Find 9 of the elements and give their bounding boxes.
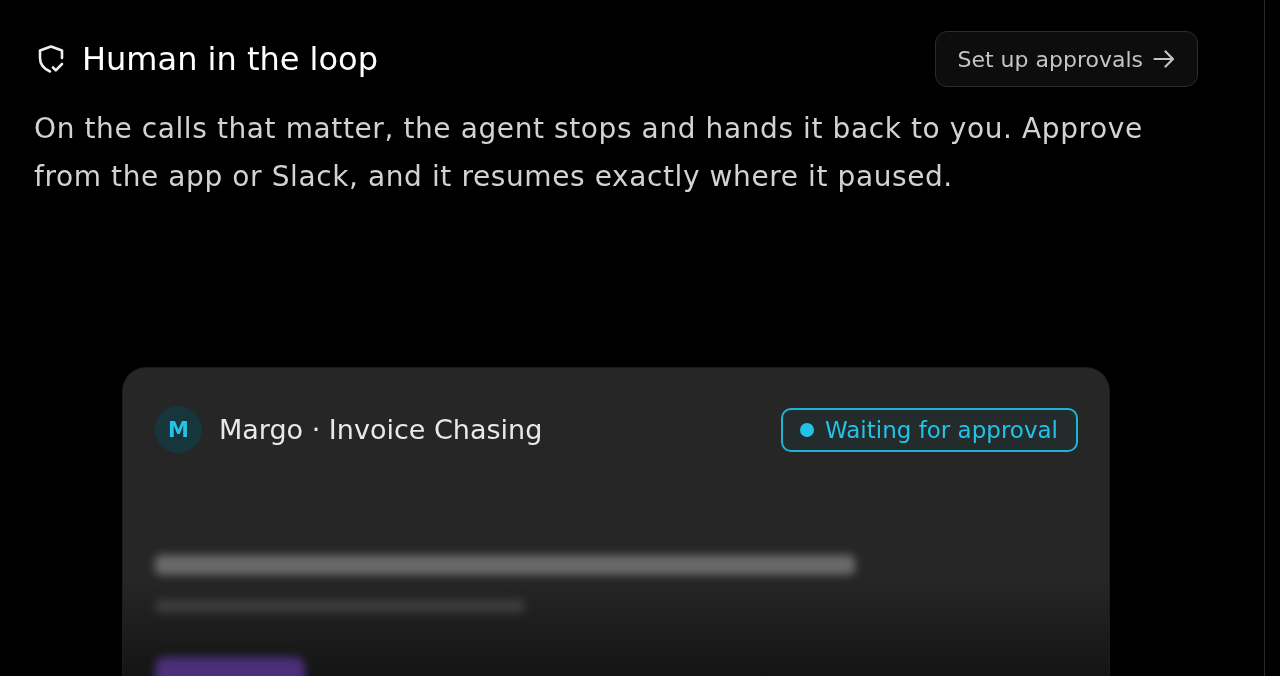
status-dot-icon (800, 422, 814, 437)
shield-check-icon (37, 44, 65, 74)
set-up-approvals-button[interactable]: Set up approvals (935, 31, 1198, 87)
avatar-initial: M (155, 406, 202, 453)
status-label: Waiting for approval (825, 416, 1058, 443)
arrow-right-icon (1153, 50, 1175, 68)
section-description: On the calls that matter, the agent stops and hands it back to you. Approve from the app or Slack, and it resumes exactly where it paused. (34, 111, 1144, 195)
section-title: Human in the loop (82, 40, 378, 78)
card-title: Margo · Invoice Chasing (219, 414, 543, 445)
